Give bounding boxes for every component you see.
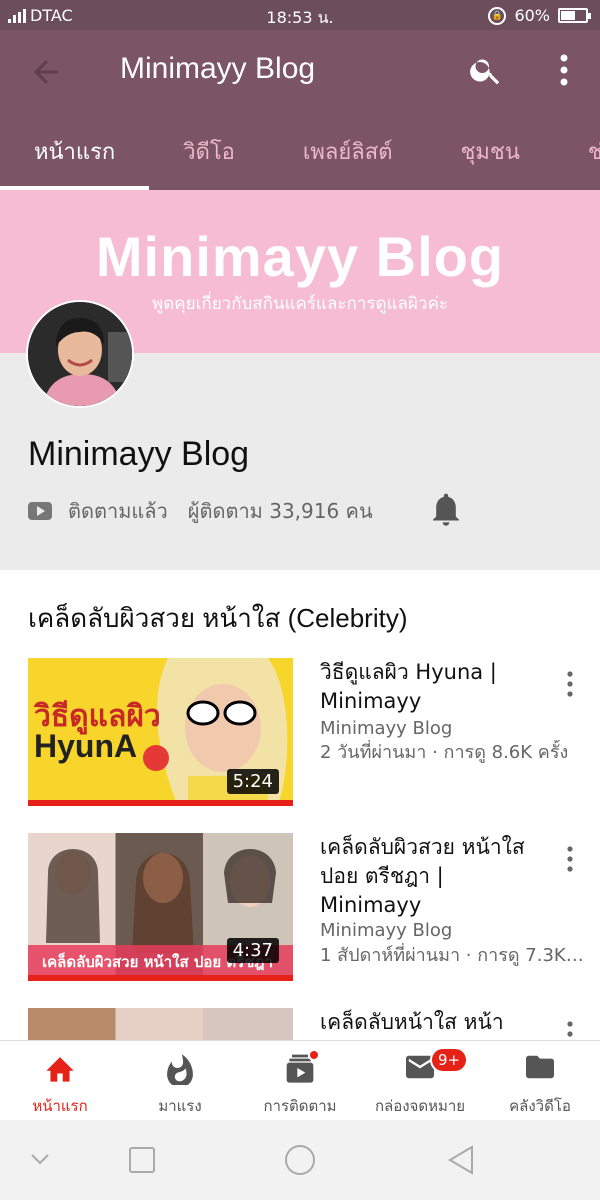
more-vert-icon[interactable] xyxy=(552,50,576,90)
home-circle-icon[interactable] xyxy=(284,1144,316,1176)
youtube-icon xyxy=(28,502,52,520)
video-meta: 1 สัปดาห์ที่ผ่านมา · การดู 7.3K… xyxy=(320,945,584,966)
tab-playlists[interactable]: เพลย์ลิสต์ xyxy=(269,115,427,190)
subscriber-count: ผู้ติดตาม 33,916 คน xyxy=(187,499,373,523)
watch-progress-bar xyxy=(28,975,293,981)
home-icon xyxy=(46,1057,74,1082)
nav-label: กล่องจดหมาย xyxy=(374,1097,466,1115)
channel-name: Minimayy Blog xyxy=(28,435,250,473)
video-title[interactable]: เคล็ดลับผิวสวย หน้าใส ปอย ตรีชฎา | Minim… xyxy=(320,833,540,920)
system-navigation-bar xyxy=(0,1120,600,1200)
nav-home[interactable]: หน้าแรก xyxy=(0,1041,120,1120)
more-vert-icon[interactable] xyxy=(564,845,576,873)
recent-apps-icon[interactable] xyxy=(128,1146,156,1174)
more-vert-icon[interactable] xyxy=(564,670,576,698)
arrow-back-icon[interactable] xyxy=(28,54,64,90)
tab-home[interactable]: หน้าแรก xyxy=(0,115,150,190)
nav-label: คลังวิดีโอ xyxy=(509,1097,571,1115)
more-vert-icon[interactable] xyxy=(564,1020,576,1040)
nav-label: มาแรง xyxy=(158,1097,202,1115)
channel-tabs: หน้าแรก วิดีโอ เพลย์ลิสต์ ชุมชน ช่ xyxy=(0,115,600,190)
avatar[interactable] xyxy=(26,300,134,408)
video-title[interactable]: เคล็ดลับหน้าใส หน้า xyxy=(320,1008,540,1037)
tab-videos[interactable]: วิดีโอ xyxy=(149,115,269,190)
back-triangle-icon[interactable] xyxy=(446,1144,476,1176)
bottom-navigation: หน้าแรก มาแรง การติดตาม 9+ กล่องจดหมาย ค… xyxy=(0,1040,600,1120)
rotation-lock-icon: 🔒 xyxy=(488,6,507,25)
video-channel: Minimayy Blog xyxy=(320,920,453,941)
battery-percent: 60% xyxy=(514,6,550,25)
subscribed-button[interactable]: ติดตามแล้ว xyxy=(68,495,168,527)
bell-icon[interactable] xyxy=(430,493,462,527)
battery-fill xyxy=(561,11,576,20)
video-meta: 2 วันที่ผ่านมา · การดู 8.6K ครั้ง xyxy=(320,742,569,763)
video-item[interactable]: วิธีดูแลผิว HyunA 5:24 วิธีดูแลผิว Hyuna… xyxy=(0,658,600,813)
nav-inbox[interactable]: 9+ กล่องจดหมาย xyxy=(360,1041,480,1120)
video-channel: Minimayy Blog xyxy=(320,718,453,739)
video-duration: 4:37 xyxy=(226,938,279,963)
subscription-row: ติดตามแล้ว ผู้ติดตาม 33,916 คน xyxy=(28,495,373,527)
video-thumbnail[interactable]: วิธีดูแลผิว HyunA 5:24 xyxy=(28,658,293,806)
nav-label: การติดตาม xyxy=(263,1097,337,1115)
page-title: Minimayy Blog xyxy=(120,52,316,85)
avatar-image xyxy=(28,302,132,406)
status-right: 🔒 60% xyxy=(488,6,591,25)
inbox-badge: 9+ xyxy=(430,1047,469,1073)
chevron-down-icon[interactable] xyxy=(28,1150,52,1168)
video-item[interactable]: เคล็ดลับหน้าใส หน้า xyxy=(0,1008,600,1040)
video-item[interactable]: เคล็ดลับผิวสวย หน้าใส ปอย ตรีชฎา 4:37 เค… xyxy=(0,833,600,988)
watch-progress-bar xyxy=(28,800,293,806)
library-icon xyxy=(526,1055,554,1079)
video-title[interactable]: วิธีดูแลผิว Hyuna | Minimayy xyxy=(320,658,540,716)
tab-community[interactable]: ชุมชน xyxy=(426,115,553,190)
battery-icon xyxy=(558,8,591,23)
banner-title: Minimayy Blog xyxy=(95,225,505,288)
trending-icon xyxy=(167,1054,193,1085)
video-thumbnail[interactable] xyxy=(28,1008,293,1040)
video-duration: 5:24 xyxy=(226,769,279,794)
nav-label: หน้าแรก xyxy=(32,1097,88,1115)
section-title: เคล็ดลับผิวสวย หน้าใส (Celebrity) xyxy=(28,603,408,633)
app-bar: Minimayy Blog xyxy=(0,30,600,115)
nav-library[interactable]: คลังวิดีโอ xyxy=(480,1041,600,1120)
video-thumbnail[interactable]: เคล็ดลับผิวสวย หน้าใส ปอย ตรีชฎา 4:37 xyxy=(28,833,293,981)
search-icon[interactable] xyxy=(468,52,504,88)
thumbnail-text-2: HyunA xyxy=(34,728,138,764)
tab-channels[interactable]: ช่ xyxy=(554,115,600,190)
notification-dot xyxy=(308,1049,320,1061)
nav-subscriptions[interactable]: การติดตาม xyxy=(240,1041,360,1120)
status-bar: DTAC 18:53 น. 🔒 60% xyxy=(0,0,600,30)
nav-trending[interactable]: มาแรง xyxy=(120,1041,240,1120)
